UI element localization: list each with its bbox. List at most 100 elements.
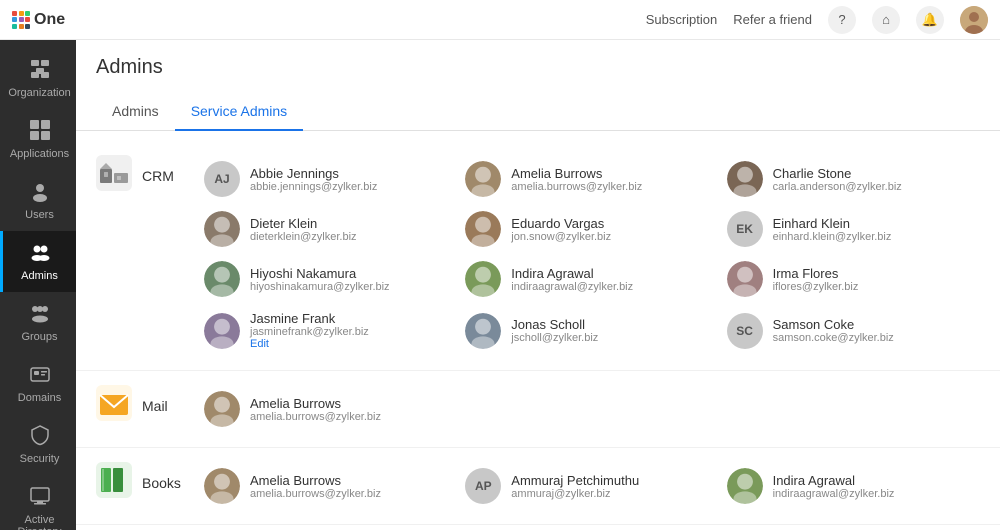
admin-name: Einhard Klein: [773, 216, 892, 231]
admin-name: Indira Agrawal: [773, 473, 895, 488]
admin-info: Abbie Jennings abbie.jennings@zylker.biz: [250, 166, 377, 193]
home-button[interactable]: ⌂: [872, 6, 900, 34]
tab-service-admins[interactable]: Service Admins: [175, 95, 303, 131]
sidebar-item-groups[interactable]: Groups: [0, 292, 76, 353]
services-list: CRM AJ Abbie Jennings abbie.jennings@zylk…: [76, 131, 1000, 530]
admin-info: Dieter Klein dieterklein@zylker.biz: [250, 216, 357, 243]
page-header: Admins Admins Service Admins: [76, 40, 1000, 131]
admin-avatar: [727, 161, 763, 197]
admin-info: Amelia Burrows amelia.burrows@zylker.biz: [250, 396, 381, 423]
admin-avatar: [727, 261, 763, 297]
admin-email: amelia.burrows@zylker.biz: [250, 411, 381, 423]
admin-info: Samson Coke samson.coke@zylker.biz: [773, 317, 894, 344]
help-button[interactable]: ?: [828, 6, 856, 34]
page-title[interactable]: Admins: [96, 56, 163, 79]
admin-email: amelia.burrows@zylker.biz: [250, 488, 381, 500]
admin-email: jasminefrank@zylker.biz: [250, 326, 369, 338]
list-item: Amelia Burrows amelia.burrows@zylker.biz: [196, 462, 457, 510]
sidebar-item-activedirectory[interactable]: Active Directory: [0, 475, 76, 530]
admin-email: abbie.jennings@zylker.biz: [250, 181, 377, 193]
admin-info: Amelia Burrows amelia.burrows@zylker.biz: [250, 473, 381, 500]
admin-email: ammuraj@zylker.biz: [511, 488, 639, 500]
admin-info: Ammuraj Petchimuthu ammuraj@zylker.biz: [511, 473, 639, 500]
user-avatar[interactable]: [960, 6, 988, 34]
list-item: Amelia Burrows amelia.burrows@zylker.biz: [457, 155, 718, 203]
refer-link[interactable]: Refer a friend: [733, 12, 812, 27]
topbar-right: Subscription Refer a friend ? ⌂ 🔔: [646, 6, 988, 34]
list-item: Indira Agrawal indiraagrawal@zylker.biz: [719, 462, 980, 510]
edit-link[interactable]: Edit: [250, 338, 369, 350]
list-item: Jonas Scholl jscholl@zylker.biz: [457, 305, 718, 356]
admin-avatar: [465, 211, 501, 247]
tabs-bar: Admins Service Admins: [96, 95, 980, 130]
admin-name: Amelia Burrows: [250, 396, 381, 411]
admin-name: Indira Agrawal: [511, 266, 633, 281]
admin-name: Charlie Stone: [773, 166, 902, 181]
service-name-books: Books: [142, 475, 181, 491]
subscription-link[interactable]: Subscription: [646, 12, 718, 27]
service-section-desk: Desk Amelia Burrows amelia.burrows@zylke…: [76, 525, 1000, 530]
admin-info: Indira Agrawal indiraagrawal@zylker.biz: [773, 473, 895, 500]
service-icon-area-mail: Mail: [96, 385, 196, 426]
admin-email: iflores@zylker.biz: [773, 281, 859, 293]
admin-name: Amelia Burrows: [511, 166, 642, 181]
admins-grid-crm: AJ Abbie Jennings abbie.jennings@zylker.…: [196, 155, 980, 356]
service-icon-crm: [96, 155, 132, 196]
applications-icon: [29, 119, 51, 144]
admin-avatar: [465, 261, 501, 297]
list-item: Amelia Burrows amelia.burrows@zylker.biz: [196, 385, 457, 433]
sidebar-item-admins[interactable]: Admins: [0, 231, 76, 292]
sidebar-item-security-label: Security: [20, 453, 60, 465]
admin-avatar: [465, 161, 501, 197]
admin-avatar: [727, 468, 763, 504]
service-icon-mail: [96, 385, 132, 426]
service-section-books: Books Amelia Burrows amelia.burrows@zylk…: [76, 448, 1000, 525]
admin-name: Samson Coke: [773, 317, 894, 332]
admin-name: Jasmine Frank: [250, 311, 369, 326]
admin-avatar: SC: [727, 313, 763, 349]
list-item: EK Einhard Klein einhard.klein@zylker.bi…: [719, 205, 980, 253]
admin-email: jon.snow@zylker.biz: [511, 231, 611, 243]
sidebar-item-users-label: Users: [25, 209, 54, 221]
admin-name: Hiyoshi Nakamura: [250, 266, 390, 281]
admin-name: Jonas Scholl: [511, 317, 598, 332]
admin-email: jscholl@zylker.biz: [511, 332, 598, 344]
sidebar-item-activedirectory-label: Active Directory: [7, 514, 72, 530]
service-name-crm: CRM: [142, 168, 174, 184]
admins-grid-books: Amelia Burrows amelia.burrows@zylker.biz…: [196, 462, 980, 510]
sidebar-item-domains-label: Domains: [18, 392, 61, 404]
tab-admins[interactable]: Admins: [96, 95, 175, 131]
service-name-mail: Mail: [142, 398, 168, 414]
sidebar-item-users[interactable]: Users: [0, 170, 76, 231]
admin-name: Irma Flores: [773, 266, 859, 281]
logo[interactable]: One: [12, 11, 65, 29]
admin-avatar: EK: [727, 211, 763, 247]
admin-avatar: AP: [465, 468, 501, 504]
sidebar-item-organization[interactable]: Organization: [0, 48, 76, 109]
activedirectory-icon: [29, 485, 51, 510]
admin-name: Eduardo Vargas: [511, 216, 611, 231]
organization-icon: [29, 58, 51, 83]
admin-email: carla.anderson@zylker.biz: [773, 181, 902, 193]
admin-avatar: AJ: [204, 161, 240, 197]
admin-avatar: [204, 391, 240, 427]
sidebar-item-domains[interactable]: Domains: [0, 353, 76, 414]
admin-email: indiraagrawal@zylker.biz: [773, 488, 895, 500]
security-icon: [29, 424, 51, 449]
admin-info: Eduardo Vargas jon.snow@zylker.biz: [511, 216, 611, 243]
zoho-grid-icon: [12, 11, 30, 29]
list-item: AJ Abbie Jennings abbie.jennings@zylker.…: [196, 155, 457, 203]
list-item: Indira Agrawal indiraagrawal@zylker.biz: [457, 255, 718, 303]
admin-avatar: [204, 313, 240, 349]
admin-info: Einhard Klein einhard.klein@zylker.biz: [773, 216, 892, 243]
logo-text: One: [34, 11, 65, 29]
sidebar-item-applications[interactable]: Applications: [0, 109, 76, 170]
domains-icon: [29, 363, 51, 388]
sidebar-item-groups-label: Groups: [21, 331, 57, 343]
notifications-button[interactable]: 🔔: [916, 6, 944, 34]
content-area: Admins Admins Service Admins: [76, 40, 1000, 530]
admins-icon: [29, 241, 51, 266]
list-item: Dieter Klein dieterklein@zylker.biz: [196, 205, 457, 253]
sidebar-item-security[interactable]: Security: [0, 414, 76, 475]
service-section-crm: CRM AJ Abbie Jennings abbie.jennings@zylk…: [76, 141, 1000, 371]
